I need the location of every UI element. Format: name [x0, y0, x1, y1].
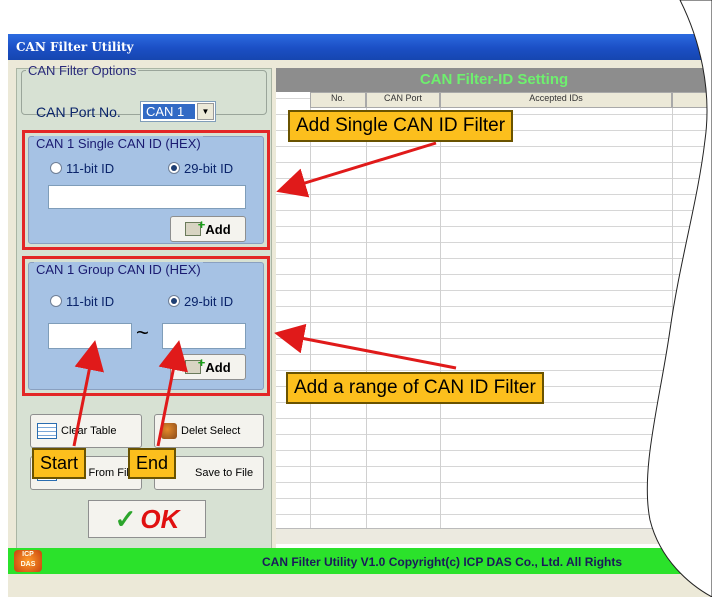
- callout-range-filter: Add a range of CAN ID Filter: [286, 372, 544, 404]
- annotation-arrows: [72, 141, 457, 447]
- callout-single-filter: Add Single CAN ID Filter: [288, 110, 514, 142]
- callout-start: Start: [32, 448, 87, 479]
- callout-end: End: [128, 448, 177, 479]
